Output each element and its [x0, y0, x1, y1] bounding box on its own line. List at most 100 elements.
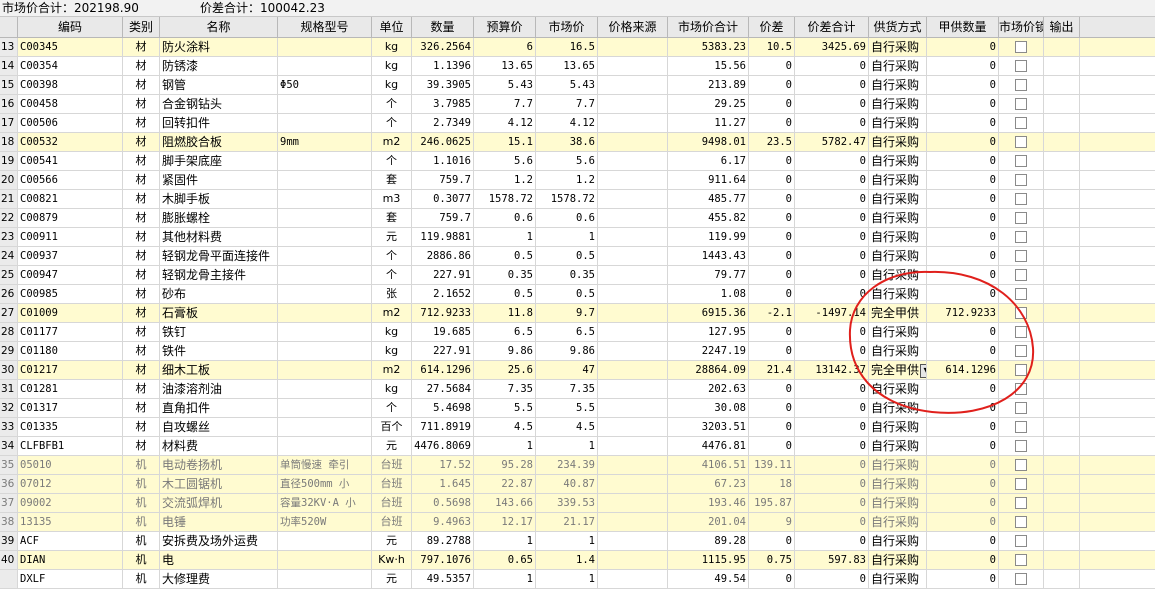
cell-source[interactable] [598, 399, 668, 417]
cell-unit[interactable]: 元 [372, 228, 412, 246]
cell-qty[interactable]: 17.52 [412, 456, 474, 474]
checkbox-icon[interactable] [1015, 326, 1027, 338]
cell-dtotal[interactable]: 5782.47 [795, 133, 869, 151]
checkbox-icon[interactable] [1015, 60, 1027, 72]
cell-unit[interactable]: kg [372, 380, 412, 398]
cell-qty[interactable]: 4476.8069 [412, 437, 474, 455]
cell-mtotal[interactable]: 4476.81 [668, 437, 749, 455]
cell-jqty[interactable]: 0 [927, 57, 999, 75]
table-row[interactable]: 24 C00937 材 轻钢龙骨平面连接件 个 2886.86 0.5 0.5 1443.43 0… [0, 247, 1155, 266]
cell-market[interactable]: 21.17 [536, 513, 598, 531]
cell-supply[interactable]: 自行采购 [869, 152, 927, 170]
cell-code[interactable]: C00458 [18, 95, 123, 113]
cell-source[interactable] [598, 171, 668, 189]
cell-jqty[interactable]: 0 [927, 399, 999, 417]
cell-market-lock[interactable] [999, 513, 1044, 531]
cell-market-lock[interactable] [999, 551, 1044, 569]
cell-cat[interactable]: 材 [123, 285, 160, 303]
cell-dtotal[interactable]: 0 [795, 532, 869, 550]
cell-supply[interactable]: 自行采购 [869, 76, 927, 94]
cell-code[interactable]: CLFBFB1 [18, 437, 123, 455]
cell-diff[interactable]: 10.5 [749, 38, 795, 56]
cell-jqty[interactable]: 0 [927, 114, 999, 132]
cell-unit[interactable]: 个 [372, 247, 412, 265]
cell-output[interactable] [1044, 171, 1080, 189]
cell-supply[interactable]: 自行采购 [869, 475, 927, 493]
cell-jqty[interactable]: 0 [927, 285, 999, 303]
cell-market[interactable]: 1.2 [536, 171, 598, 189]
cell-spec[interactable]: 功率520W [278, 513, 372, 531]
cell-spec[interactable] [278, 228, 372, 246]
cell-market-lock[interactable] [999, 190, 1044, 208]
checkbox-icon[interactable] [1015, 174, 1027, 186]
cell-budget[interactable]: 25.6 [474, 361, 536, 379]
cell-qty[interactable]: 3.7985 [412, 95, 474, 113]
cell-diff[interactable]: 23.5 [749, 133, 795, 151]
cell-supply[interactable]: 自行采购 [869, 266, 927, 284]
cell-dtotal[interactable]: 0 [795, 114, 869, 132]
checkbox-icon[interactable] [1015, 269, 1027, 281]
cell-diff[interactable]: 195.87 [749, 494, 795, 512]
cell-unit[interactable]: 台班 [372, 513, 412, 531]
cell-jqty[interactable]: 0 [927, 380, 999, 398]
cell-spec[interactable] [278, 437, 372, 455]
cell-output[interactable] [1044, 95, 1080, 113]
cell-market-lock[interactable] [999, 380, 1044, 398]
cell-diff[interactable]: 0 [749, 190, 795, 208]
cell-dtotal[interactable]: 0 [795, 437, 869, 455]
cell-diff[interactable]: 0 [749, 266, 795, 284]
cell-market-lock[interactable] [999, 228, 1044, 246]
cell-cat[interactable]: 材 [123, 228, 160, 246]
cell-budget[interactable]: 1 [474, 228, 536, 246]
cell-code[interactable]: C01177 [18, 323, 123, 341]
cell-name[interactable]: 防锈漆 [160, 57, 278, 75]
checkbox-icon[interactable] [1015, 516, 1027, 528]
cell-mtotal[interactable]: 30.08 [668, 399, 749, 417]
cell-unit[interactable]: 个 [372, 266, 412, 284]
cell-budget[interactable]: 1.2 [474, 171, 536, 189]
cell-mtotal[interactable]: 119.99 [668, 228, 749, 246]
cell-supply[interactable]: 自行采购 [869, 95, 927, 113]
cell-qty[interactable]: 19.685 [412, 323, 474, 341]
cell-mtotal[interactable]: 79.77 [668, 266, 749, 284]
cell-mtotal[interactable]: 1443.43 [668, 247, 749, 265]
cell-budget[interactable]: 7.35 [474, 380, 536, 398]
cell-budget[interactable]: 5.43 [474, 76, 536, 94]
cell-source[interactable] [598, 513, 668, 531]
cell-market-lock[interactable] [999, 361, 1044, 379]
cell-spec[interactable] [278, 551, 372, 569]
cell-unit[interactable]: 张 [372, 285, 412, 303]
cell-mtotal[interactable]: 911.64 [668, 171, 749, 189]
cell-supply[interactable]: 自行采购 [869, 380, 927, 398]
chevron-down-icon[interactable]: ▼ [920, 363, 926, 378]
cell-name[interactable]: 细木工板 [160, 361, 278, 379]
cell-dtotal[interactable]: 0 [795, 570, 869, 588]
cell-name[interactable]: 铁钉 [160, 323, 278, 341]
cell-diff[interactable]: 0.75 [749, 551, 795, 569]
cell-mtotal[interactable]: 1.08 [668, 285, 749, 303]
cell-budget[interactable]: 0.5 [474, 247, 536, 265]
cell-market[interactable]: 5.5 [536, 399, 598, 417]
cell-qty[interactable]: 1.1396 [412, 57, 474, 75]
table-row[interactable]: 38 13135 机 电锤 功率520W 台班 9.4963 12.17 21.17 201.04… [0, 513, 1155, 532]
cell-diff[interactable]: 139.11 [749, 456, 795, 474]
cell-cat[interactable]: 材 [123, 437, 160, 455]
cell-jqty[interactable]: 0 [927, 513, 999, 531]
table-row[interactable]: 15 C00398 材钢管 Φ50 kg 39.3905 5.43 5.43 213.89 0 0 自… [0, 76, 1155, 95]
cell-spec[interactable] [278, 418, 372, 436]
cell-spec[interactable] [278, 95, 372, 113]
cell-diff[interactable]: -2.1 [749, 304, 795, 322]
column-header-budget[interactable]: 预算价 [474, 17, 536, 37]
cell-unit[interactable]: kg [372, 323, 412, 341]
cell-unit[interactable]: 台班 [372, 494, 412, 512]
checkbox-icon[interactable] [1015, 364, 1027, 376]
cell-unit[interactable]: Kw·h [372, 551, 412, 569]
cell-output[interactable] [1044, 247, 1080, 265]
cell-output[interactable] [1044, 437, 1080, 455]
cell-source[interactable] [598, 95, 668, 113]
checkbox-icon[interactable] [1015, 250, 1027, 262]
table-row[interactable]: 39 ACF 机 安拆费及场外运费 元 89.2788 1 1 89.28 0 0 自行采购 0 [0, 532, 1155, 551]
cell-code[interactable]: 13135 [18, 513, 123, 531]
cell-market[interactable]: 13.65 [536, 57, 598, 75]
cell-market[interactable]: 1 [536, 532, 598, 550]
